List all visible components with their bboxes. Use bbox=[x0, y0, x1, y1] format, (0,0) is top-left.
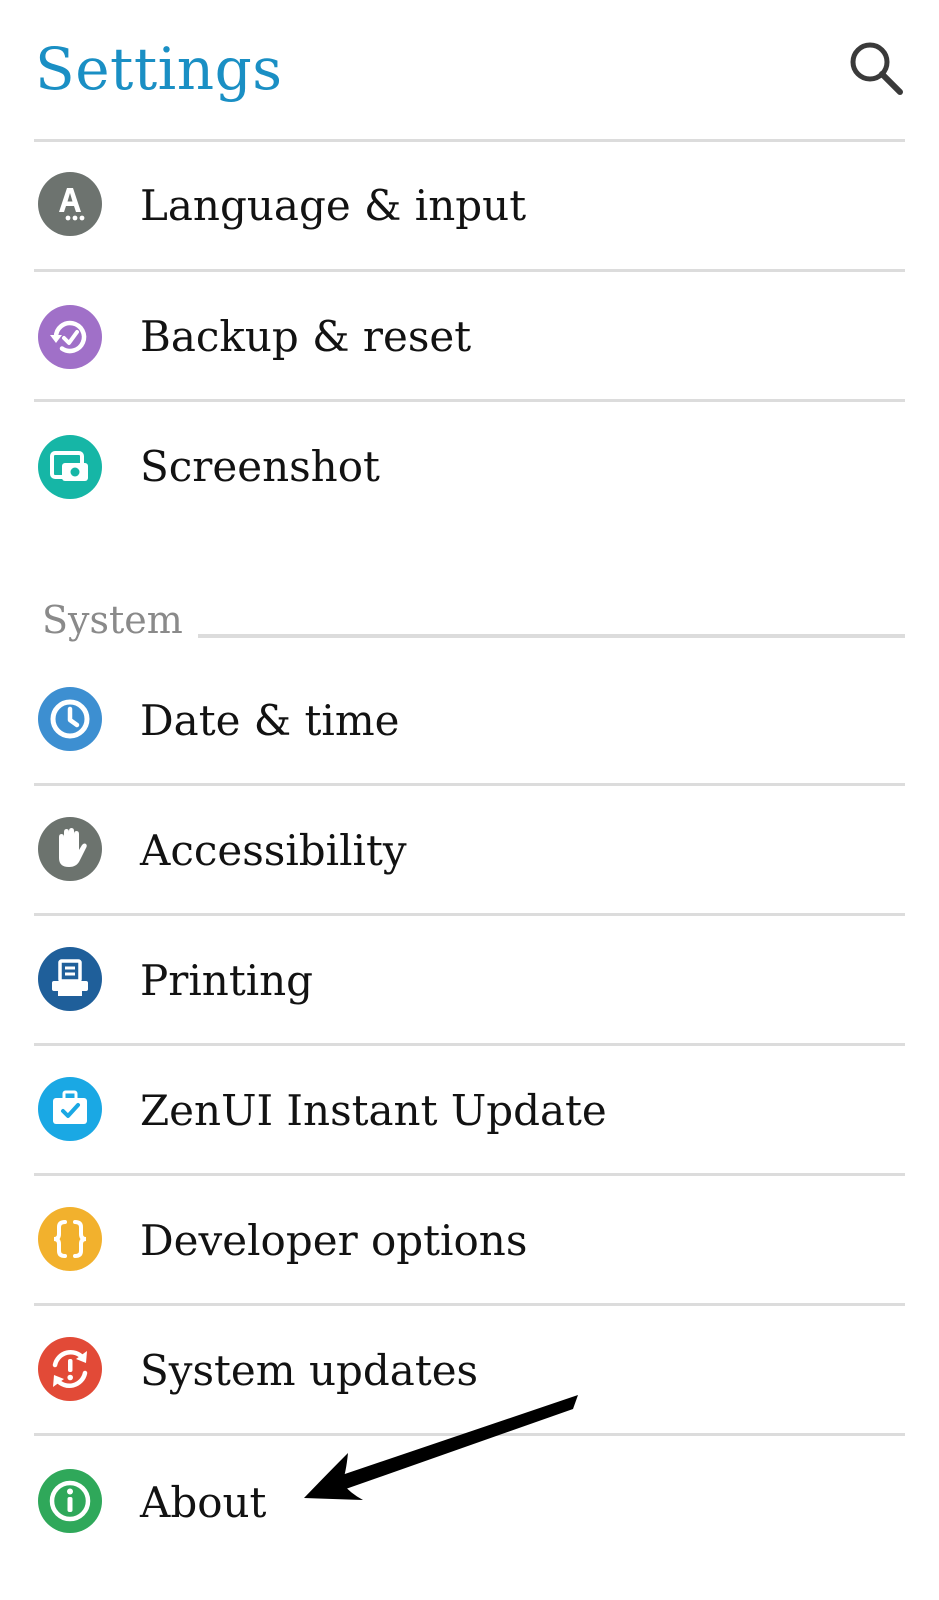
search-icon[interactable] bbox=[846, 38, 906, 98]
settings-item-screenshot[interactable]: Screenshot bbox=[0, 402, 939, 532]
settings-item-label: Developer options bbox=[140, 1216, 528, 1265]
settings-item-label: Printing bbox=[140, 956, 314, 1005]
settings-item-backup-reset[interactable]: Backup & reset bbox=[0, 272, 939, 402]
language-icon bbox=[38, 172, 102, 236]
backup-icon bbox=[38, 305, 102, 369]
divider bbox=[34, 139, 905, 142]
settings-item-label: Screenshot bbox=[140, 442, 380, 491]
settings-item-zenui-instant-update[interactable]: ZenUI Instant Update bbox=[0, 1046, 939, 1176]
settings-item-label: System updates bbox=[140, 1346, 479, 1395]
settings-item-label: Date & time bbox=[140, 696, 400, 745]
settings-item-accessibility[interactable]: Accessibility bbox=[0, 786, 939, 916]
settings-item-label: Backup & reset bbox=[140, 312, 472, 361]
section-header-system: System bbox=[42, 598, 183, 642]
briefcase-check-icon bbox=[38, 1077, 102, 1141]
settings-item-language-input[interactable]: Language & input bbox=[0, 143, 939, 273]
settings-item-date-time[interactable]: Date & time bbox=[0, 656, 939, 786]
settings-item-developer-options[interactable]: Developer options bbox=[0, 1176, 939, 1306]
settings-item-label: Accessibility bbox=[140, 826, 407, 875]
settings-item-label: ZenUI Instant Update bbox=[140, 1086, 607, 1135]
system-update-icon bbox=[38, 1337, 102, 1401]
printer-icon bbox=[38, 947, 102, 1011]
braces-icon bbox=[38, 1207, 102, 1271]
clock-icon bbox=[38, 687, 102, 751]
page-title: Settings bbox=[35, 35, 283, 103]
info-icon bbox=[38, 1469, 102, 1533]
screenshot-icon bbox=[38, 435, 102, 499]
settings-item-label: Language & input bbox=[140, 181, 527, 230]
settings-item-system-updates[interactable]: System updates bbox=[0, 1306, 939, 1436]
section-divider bbox=[198, 634, 905, 638]
hand-icon bbox=[38, 817, 102, 881]
settings-item-about[interactable]: About bbox=[0, 1436, 939, 1566]
app-bar: Settings bbox=[0, 0, 939, 143]
settings-item-label: About bbox=[140, 1478, 267, 1527]
settings-item-printing[interactable]: Printing bbox=[0, 916, 939, 1046]
